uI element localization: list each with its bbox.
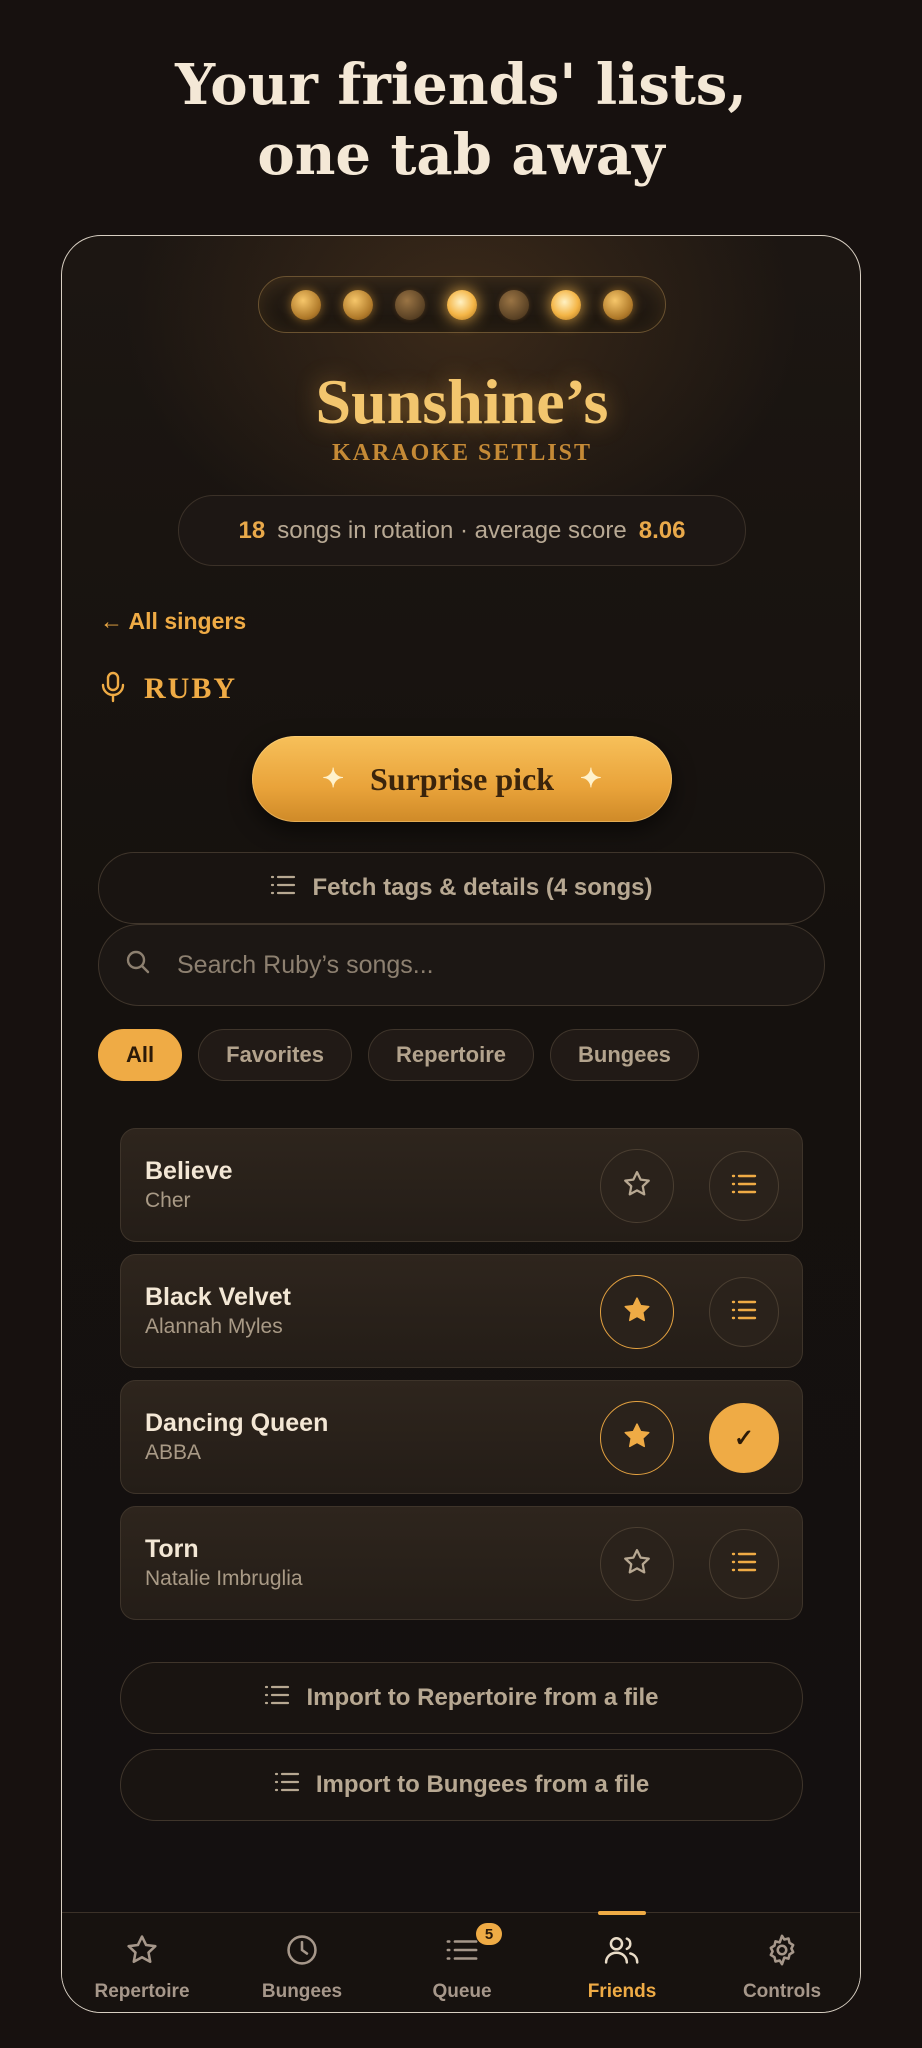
tab-label: Bungees — [261, 1981, 343, 2002]
bottom-tab-bar: Repertoire Bungees 5 Queue Friends Contr… — [62, 1911, 860, 2012]
stats-label: songs in rotation · average score — [277, 516, 627, 544]
singer-header: RUBY — [100, 669, 237, 709]
song-count: 18 — [238, 516, 266, 544]
marquee-bulb — [343, 290, 373, 320]
add-to-list-button[interactable] — [709, 1151, 779, 1221]
list-icon — [731, 1551, 757, 1578]
star-outline-icon — [622, 1547, 652, 1582]
average-score: 8.06 — [638, 516, 686, 544]
marquee-bulb — [603, 290, 633, 320]
fetch-details-button[interactable]: Fetch tags & details (4 songs) — [98, 852, 825, 924]
favorite-button[interactable] — [600, 1149, 674, 1223]
import-repertoire-button[interactable]: Import to Repertoire from a file — [120, 1662, 803, 1734]
tab-label: Queue — [432, 1981, 492, 2002]
favorite-button[interactable] — [600, 1401, 674, 1475]
song-row[interactable]: Dancing Queen ABBA ✓ — [120, 1380, 803, 1494]
in-list-check-button[interactable]: ✓ — [709, 1403, 779, 1473]
song-title: Believe — [145, 1157, 233, 1185]
filter-chip-bungees[interactable]: Bungees — [550, 1029, 699, 1081]
filter-chip-all[interactable]: All — [98, 1029, 183, 1081]
song-artist: Natalie Imbruglia — [145, 1567, 303, 1590]
star-filled-icon — [622, 1295, 652, 1330]
add-to-list-button[interactable] — [709, 1277, 779, 1347]
song-artist: ABBA — [145, 1441, 202, 1464]
tab-friends[interactable]: Friends — [542, 1911, 702, 2012]
marquee-bulb — [551, 290, 581, 320]
sparkle-icon: ✦ — [580, 764, 602, 793]
marquee-bulb — [291, 290, 321, 320]
fetch-details-label: Fetch tags & details (4 songs) — [312, 874, 653, 901]
tab-repertoire[interactable]: Repertoire — [62, 1913, 222, 2012]
tab-label: Repertoire — [94, 1981, 190, 2002]
tab-bungees[interactable]: Bungees — [222, 1913, 382, 2012]
brand-title: Sunshine’s — [315, 366, 609, 437]
list-icon — [731, 1173, 757, 1200]
song-row[interactable]: Black Velvet Alannah Myles — [120, 1254, 803, 1368]
tab-label: Friends — [587, 1981, 657, 2002]
song-artist: Cher — [145, 1189, 191, 1212]
headline-line-1: Your friends' lists, — [175, 52, 747, 118]
list-icon — [731, 1299, 757, 1326]
tab-controls[interactable]: Controls — [702, 1913, 860, 2012]
tab-queue[interactable]: 5 Queue — [382, 1913, 542, 2012]
filter-chip-repertoire[interactable]: Repertoire — [367, 1029, 534, 1081]
song-artist: Alannah Myles — [145, 1315, 283, 1338]
back-to-all-singers-link[interactable]: ← All singers — [100, 608, 246, 635]
star-outline-icon — [622, 1169, 652, 1204]
checkmark-icon: ✓ — [733, 1424, 755, 1452]
marquee-bulb — [447, 290, 477, 320]
gear-icon — [765, 1933, 799, 1973]
list-icon — [445, 1933, 479, 1973]
song-title: Dancing Queen — [145, 1409, 329, 1437]
filter-chip-favorites[interactable]: Favorites — [198, 1029, 352, 1081]
surprise-pick-label: Surprise pick — [369, 760, 555, 797]
stats-pill: 18 songs in rotation · average score 8.0… — [178, 495, 746, 566]
marquee-bulb — [395, 290, 425, 320]
song-title: Black Velvet — [145, 1283, 291, 1311]
headline-line-2: one tab away — [257, 122, 665, 188]
tab-label: Controls — [742, 1981, 822, 2002]
marquee-lights — [258, 276, 666, 333]
song-row[interactable]: Torn Natalie Imbruglia — [120, 1506, 803, 1620]
star-icon — [125, 1933, 159, 1973]
app-screen: Sunshine’s KARAOKE SETLIST 18 songs in r… — [61, 235, 861, 2013]
marquee-bulb — [499, 290, 529, 320]
microphone-icon — [100, 671, 126, 708]
list-icon — [274, 1771, 300, 1800]
star-filled-icon — [622, 1421, 652, 1456]
import-repertoire-label: Import to Repertoire from a file — [306, 1684, 659, 1711]
favorite-button[interactable] — [600, 1527, 674, 1601]
import-bungees-button[interactable]: Import to Bungees from a file — [120, 1749, 803, 1821]
brand-subtitle: KARAOKE SETLIST — [331, 440, 593, 466]
users-icon — [604, 1933, 640, 1973]
surprise-pick-button[interactable]: ✦ Surprise pick ✦ — [252, 736, 672, 822]
clock-icon — [285, 1933, 319, 1973]
singer-name: RUBY — [144, 672, 238, 705]
search-input[interactable]: Search Ruby’s songs... — [98, 924, 825, 1006]
list-icon — [270, 874, 296, 903]
queue-count-badge: 5 — [476, 1923, 502, 1945]
song-title: Torn — [145, 1535, 199, 1563]
import-bungees-label: Import to Bungees from a file — [315, 1771, 650, 1798]
search-icon — [125, 949, 151, 982]
sparkle-icon: ✦ — [322, 764, 344, 793]
active-tab-indicator — [598, 1911, 646, 1915]
add-to-list-button[interactable] — [709, 1529, 779, 1599]
search-placeholder: Search Ruby’s songs... — [177, 950, 434, 979]
song-row[interactable]: Believe Cher — [120, 1128, 803, 1242]
list-icon — [264, 1684, 290, 1713]
promo-headline: Your friends' lists, one tab away — [0, 50, 922, 190]
favorite-button[interactable] — [600, 1275, 674, 1349]
filter-chips: All Favorites Repertoire Bungees — [98, 1029, 699, 1081]
